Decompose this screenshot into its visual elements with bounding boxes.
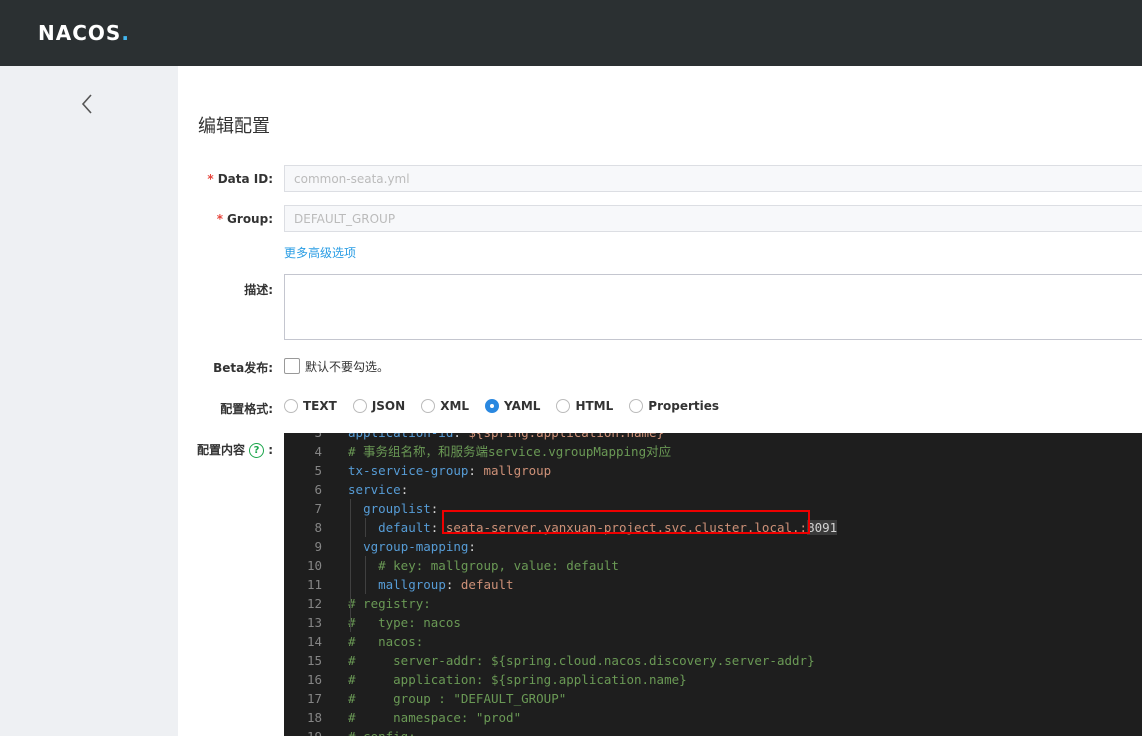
- line-code: # group : "DEFAULT_GROUP": [348, 691, 567, 706]
- format-radio-xml[interactable]: XML: [421, 399, 469, 413]
- editor-line[interactable]: 3 application-id: ${spring.application.na…: [284, 433, 1142, 442]
- line-code: # nacos:: [348, 634, 424, 649]
- line-code: tx-service-group: mallgroup: [348, 463, 552, 478]
- beta-label: Beta发布:: [213, 361, 273, 375]
- editor-line[interactable]: 16 # application: ${spring.application.na…: [284, 670, 1142, 689]
- editor-line[interactable]: 11 mallgroup: default: [284, 575, 1142, 594]
- line-code: # application: ${spring.application.name…: [348, 672, 687, 687]
- code-editor[interactable]: 3 application-id: ${spring.application.na…: [284, 433, 1142, 736]
- nacos-logo[interactable]: NACOS.: [38, 20, 130, 46]
- format-radio-text[interactable]: TEXT: [284, 399, 337, 413]
- line-number: 4: [314, 444, 322, 459]
- line-code: # registry:: [348, 596, 431, 611]
- line-code: # server-addr: ${spring.cloud.nacos.disc…: [348, 653, 815, 668]
- chevron-left-icon: [81, 94, 92, 114]
- editor-line[interactable]: 9 vgroup-mapping:: [284, 537, 1142, 556]
- sidebar: [0, 66, 178, 736]
- format-radio-yaml[interactable]: YAML: [485, 399, 540, 413]
- line-code: # type: nacos: [348, 615, 461, 630]
- editor-line[interactable]: 4 # 事务组名称，和服务端service.vgroupMapping对应: [284, 442, 1142, 461]
- line-number: 9: [314, 539, 322, 554]
- format-label: 配置格式:: [220, 402, 273, 416]
- logo-text: NACOS: [38, 21, 122, 45]
- page-title: 编辑配置: [198, 116, 270, 137]
- line-code: # key: mallgroup, value: default: [348, 558, 619, 573]
- line-number: 14: [306, 634, 322, 649]
- line-code: grouplist:: [363, 501, 439, 516]
- group-label: * Group:: [216, 212, 273, 226]
- line-code: # 事务组名称，和服务端service.vgroupMapping对应: [348, 444, 672, 459]
- line-number: 13: [306, 615, 322, 630]
- line-code: application-id: ${spring.application.nam…: [348, 433, 664, 442]
- group-input[interactable]: DEFAULT_GROUP: [284, 205, 1142, 232]
- editor-line[interactable]: 19 # config:: [284, 727, 1142, 736]
- line-number: 10: [306, 558, 322, 573]
- beta-hint: 默认不要勾选。: [305, 360, 390, 374]
- line-number: 17: [306, 691, 322, 706]
- logo-dot: .: [121, 21, 130, 45]
- line-number: 12: [306, 596, 322, 611]
- line-number: 3: [284, 433, 322, 442]
- beta-checkbox[interactable]: [284, 358, 300, 374]
- format-radio-html[interactable]: HTML: [556, 399, 613, 413]
- line-number: 16: [306, 672, 322, 687]
- line-code: # namespace: "prod": [348, 710, 522, 725]
- line-number: 6: [314, 482, 322, 497]
- line-number: 11: [306, 577, 322, 592]
- editor-line[interactable]: 14 # nacos:: [284, 632, 1142, 651]
- line-number: 15: [306, 653, 322, 668]
- line-number: 7: [314, 501, 322, 516]
- indent-guide: [350, 499, 351, 632]
- editor-line[interactable]: 17 # group : "DEFAULT_GROUP": [284, 689, 1142, 708]
- description-label: 描述:: [244, 283, 273, 297]
- back-button[interactable]: [76, 90, 100, 118]
- line-code: service:: [348, 482, 409, 497]
- description-textarea[interactable]: [284, 274, 1142, 340]
- editor-line[interactable]: 18 # namespace: "prod": [284, 708, 1142, 727]
- line-number: 19: [284, 727, 322, 736]
- format-radio-group: TEXT JSON XML YAML HTML Properties: [284, 399, 735, 413]
- indent-guide: [365, 556, 366, 594]
- editor-line[interactable]: 6 service:: [284, 480, 1142, 499]
- line-number: 5: [314, 463, 322, 478]
- editor-line[interactable]: 13 # type: nacos: [284, 613, 1142, 632]
- editor-line[interactable]: 5 tx-service-group: mallgroup: [284, 461, 1142, 480]
- advanced-options-link[interactable]: 更多高级选项: [284, 244, 356, 261]
- content-label: 配置内容? :: [196, 443, 273, 458]
- editor-line[interactable]: 15 # server-addr: ${spring.cloud.nacos.di…: [284, 651, 1142, 670]
- main-content: 编辑配置 * Data ID: common-seata.yml * Group: …: [178, 66, 1142, 736]
- editor-line[interactable]: 12 # registry:: [284, 594, 1142, 613]
- line-number: 8: [314, 520, 322, 535]
- highlight-box: [442, 510, 810, 534]
- help-circle-icon[interactable]: ?: [249, 443, 264, 458]
- line-code: mallgroup: default: [378, 577, 514, 592]
- line-code: vgroup-mapping:: [363, 539, 476, 554]
- format-radio-json[interactable]: JSON: [352, 399, 405, 413]
- line-code: # config:: [348, 727, 416, 736]
- line-number: 18: [306, 710, 322, 725]
- indent-guide: [365, 518, 366, 537]
- top-navbar: NACOS.: [0, 0, 1142, 66]
- data-id-input[interactable]: common-seata.yml: [284, 165, 1142, 192]
- data-id-label: * Data ID:: [207, 172, 273, 186]
- editor-line[interactable]: 10 # key: mallgroup, value: default: [284, 556, 1142, 575]
- format-radio-properties[interactable]: Properties: [629, 399, 719, 413]
